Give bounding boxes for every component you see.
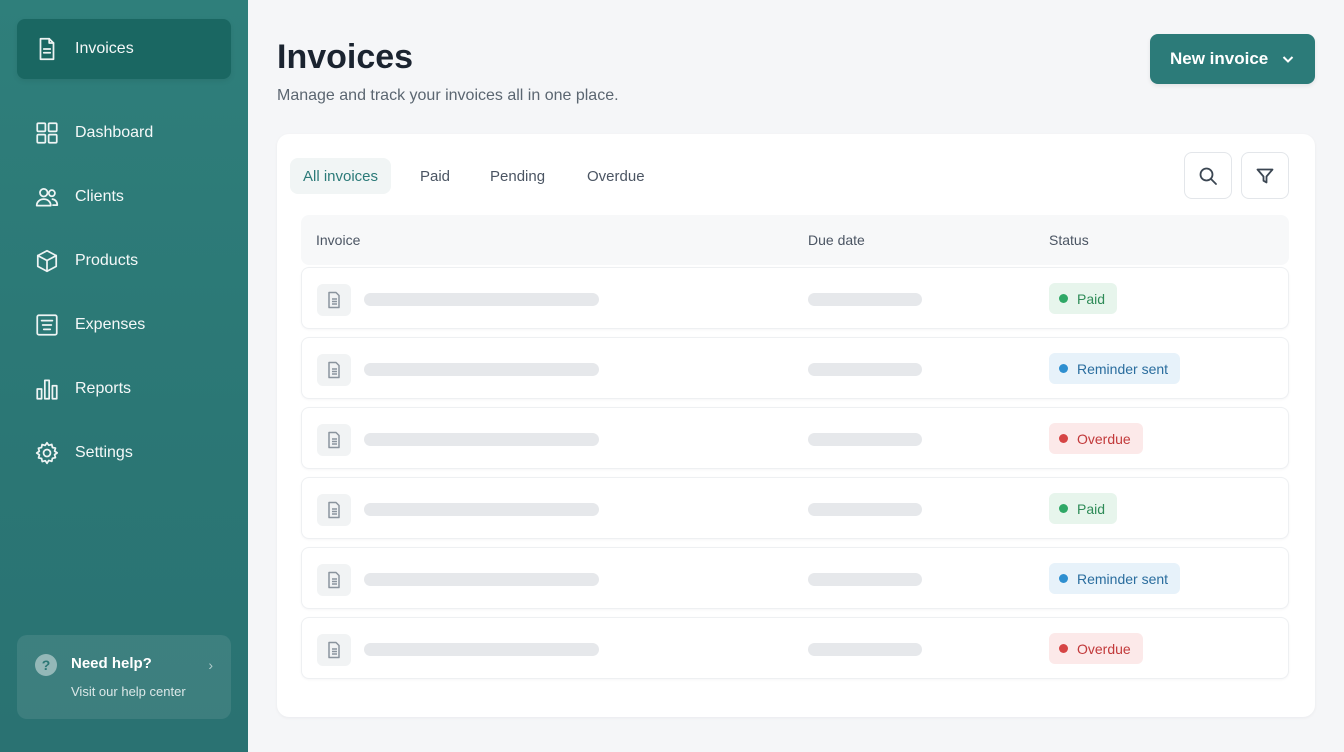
sidebar-item-expenses[interactable]: Expenses xyxy=(17,295,231,355)
invoice-name-placeholder xyxy=(364,643,599,656)
column-header-invoice: Invoice xyxy=(316,232,361,248)
sidebar-item-invoices[interactable]: Invoices xyxy=(17,19,231,79)
status-label: Paid xyxy=(1077,290,1106,307)
table-row[interactable]: Reminder sent xyxy=(301,337,1289,399)
invoice-name-placeholder xyxy=(364,363,599,376)
main-content: Invoices Manage and track your invoices … xyxy=(248,0,1344,752)
table-row[interactable]: Paid xyxy=(301,477,1289,539)
search-button[interactable] xyxy=(1184,152,1232,199)
tab-pending[interactable]: Pending xyxy=(477,158,558,194)
column-header-status: Status xyxy=(1049,232,1089,248)
sidebar-item-label: Clients xyxy=(75,188,124,205)
invoices-card: All invoices Paid Pending Overdue Invoic… xyxy=(277,134,1315,717)
status-label: Reminder sent xyxy=(1077,360,1169,377)
help-title: Need help? xyxy=(71,655,152,672)
page-subtitle: Manage and track your invoices all in on… xyxy=(277,87,619,104)
gear-icon xyxy=(34,440,60,466)
clients-icon xyxy=(34,184,60,210)
sidebar-item-label: Settings xyxy=(75,444,133,461)
due-date-placeholder xyxy=(808,503,922,516)
table-row[interactable]: Reminder sent xyxy=(301,547,1289,609)
document-icon xyxy=(317,354,351,386)
tab-all-invoices[interactable]: All invoices xyxy=(290,158,392,194)
sidebar-item-label: Products xyxy=(75,252,139,269)
table-row[interactable]: Overdue xyxy=(301,617,1289,679)
status-badge: Overdue xyxy=(1049,423,1143,454)
status-badge: Paid xyxy=(1049,493,1118,524)
sidebar-item-reports[interactable]: Reports xyxy=(17,359,231,419)
sidebar: Invoices Dashboard Clients Products Expe… xyxy=(0,0,248,752)
table-header: Invoice Due date Status xyxy=(301,215,1289,265)
filter-icon xyxy=(1256,168,1274,183)
receipt-icon xyxy=(34,312,60,338)
box-icon xyxy=(34,248,60,274)
sidebar-item-label: Dashboard xyxy=(75,124,154,141)
due-date-placeholder xyxy=(808,643,922,656)
new-invoice-button[interactable]: New invoice xyxy=(1150,34,1315,84)
chevron-down-icon xyxy=(1281,51,1295,65)
chevron-right-icon: › xyxy=(208,657,213,673)
invoice-name-placeholder xyxy=(364,293,599,306)
status-label: Paid xyxy=(1077,500,1106,517)
new-invoice-button-label: New invoice xyxy=(1170,49,1269,68)
document-icon xyxy=(317,634,351,666)
status-dot xyxy=(1059,294,1068,303)
search-icon xyxy=(1199,167,1217,185)
bar-chart-icon xyxy=(34,376,60,402)
sidebar-item-settings[interactable]: Settings xyxy=(17,423,231,483)
status-dot xyxy=(1059,504,1068,513)
document-icon xyxy=(317,494,351,526)
due-date-placeholder xyxy=(808,363,922,376)
invoice-icon xyxy=(34,36,60,62)
sidebar-item-label: Invoices xyxy=(75,40,134,57)
document-icon xyxy=(317,284,351,316)
app-root: Invoices Dashboard Clients Products Expe… xyxy=(0,0,1344,752)
table-row[interactable]: Paid xyxy=(301,267,1289,329)
status-label: Overdue xyxy=(1077,640,1131,657)
sidebar-item-clients[interactable]: Clients xyxy=(17,167,231,227)
status-label: Reminder sent xyxy=(1077,570,1169,587)
due-date-placeholder xyxy=(808,573,922,586)
invoice-name-placeholder xyxy=(364,433,599,446)
sidebar-item-products[interactable]: Products xyxy=(17,231,231,291)
filter-button[interactable] xyxy=(1241,152,1289,199)
status-dot xyxy=(1059,644,1068,653)
due-date-placeholder xyxy=(808,293,922,306)
dashboard-icon xyxy=(34,120,60,146)
sidebar-item-dashboard[interactable]: Dashboard xyxy=(17,103,231,163)
status-dot xyxy=(1059,434,1068,443)
document-icon xyxy=(317,424,351,456)
sidebar-item-label: Expenses xyxy=(75,316,146,333)
question-icon: ? xyxy=(35,654,57,676)
status-badge: Overdue xyxy=(1049,633,1143,664)
page-title: Invoices xyxy=(277,38,414,76)
invoice-name-placeholder xyxy=(364,573,599,586)
status-badge: Reminder sent xyxy=(1049,563,1181,594)
status-label: Overdue xyxy=(1077,430,1131,447)
status-badge: Reminder sent xyxy=(1049,353,1181,384)
help-card[interactable]: ? Need help? Visit our help center › xyxy=(17,635,231,719)
status-badge: Paid xyxy=(1049,283,1118,314)
due-date-placeholder xyxy=(808,433,922,446)
table-row[interactable]: Overdue xyxy=(301,407,1289,469)
document-icon xyxy=(317,564,351,596)
tab-overdue[interactable]: Overdue xyxy=(574,158,658,194)
status-dot xyxy=(1059,574,1068,583)
sidebar-item-label: Reports xyxy=(75,380,132,397)
invoice-name-placeholder xyxy=(364,503,599,516)
column-header-due-date: Due date xyxy=(808,232,865,248)
status-dot xyxy=(1059,364,1068,373)
help-subtitle: Visit our help center xyxy=(71,684,186,699)
tab-paid[interactable]: Paid xyxy=(407,158,463,194)
